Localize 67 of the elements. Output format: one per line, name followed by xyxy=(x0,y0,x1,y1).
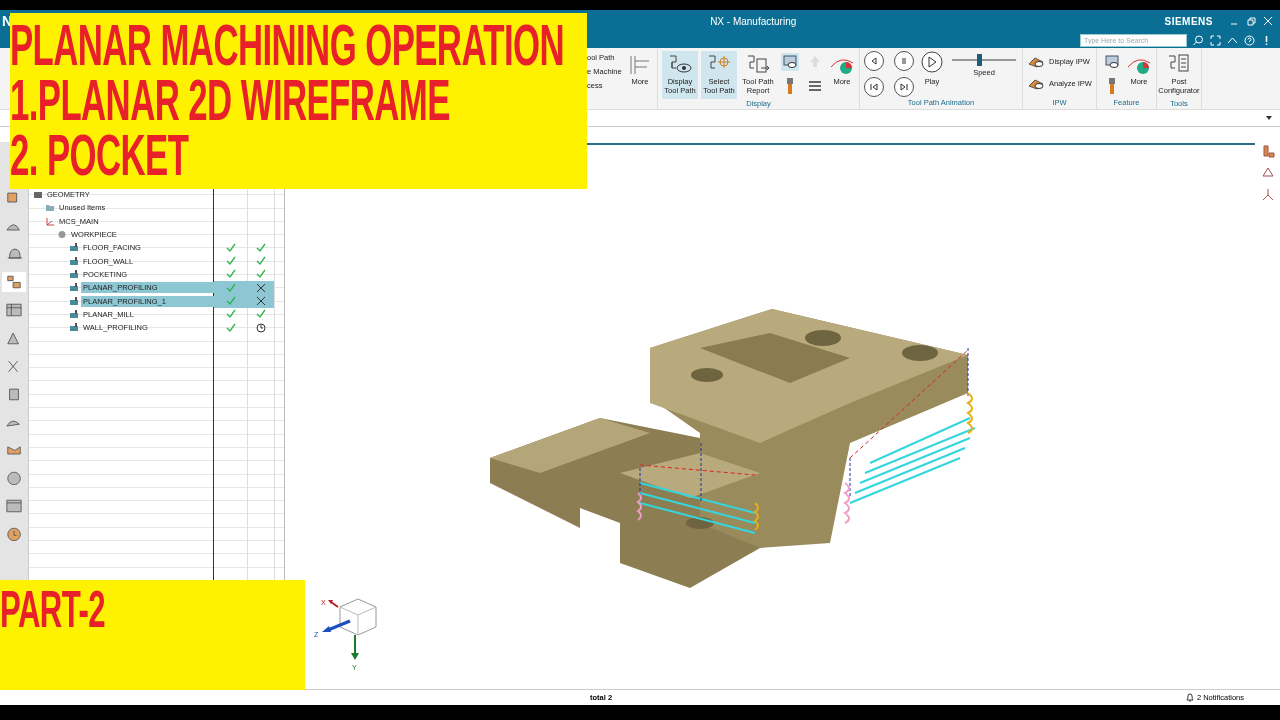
rewind-icon xyxy=(870,83,878,91)
view-cube-icon xyxy=(339,598,377,636)
display-icon[interactable] xyxy=(781,53,799,71)
check-icon xyxy=(256,309,266,320)
brand-name: SIEMENS xyxy=(1164,15,1213,27)
check-icon xyxy=(226,282,236,293)
check-icon xyxy=(256,256,266,267)
dropdown-icon[interactable] xyxy=(1266,116,1272,120)
forward-icon xyxy=(900,83,908,91)
resource-icon[interactable] xyxy=(1260,188,1275,202)
banner-title: 2. POCKET xyxy=(10,127,189,182)
search-icon[interactable] xyxy=(1193,34,1204,46)
x-axis-arrow xyxy=(328,600,339,608)
part-icon xyxy=(57,230,67,240)
operation-icon xyxy=(69,256,79,266)
tool-icon xyxy=(6,331,22,345)
z-axis-arrow xyxy=(322,619,351,632)
help-icon[interactable] xyxy=(1244,34,1255,46)
window-title: NX - Manufacturing xyxy=(710,15,797,27)
folder-icon xyxy=(45,203,55,213)
tool-icon xyxy=(6,471,22,485)
slider-thumb[interactable] xyxy=(976,54,982,66)
tool-icon xyxy=(6,499,22,513)
check-icon xyxy=(226,309,236,320)
bell-icon xyxy=(1185,693,1194,702)
check-icon xyxy=(256,269,266,280)
close-button[interactable] xyxy=(1263,16,1273,26)
pause-button[interactable] xyxy=(894,51,914,71)
banner-title: 1.PLANAR 2D WIREFRAME xyxy=(10,72,450,127)
banner-title: PLANAR MACHINING OPERATION xyxy=(10,17,565,72)
tool-icon xyxy=(6,275,22,289)
cross-icon xyxy=(256,296,266,306)
geometry-icon xyxy=(33,190,43,200)
restore-button[interactable] xyxy=(1246,16,1256,26)
check-icon xyxy=(226,242,236,253)
resource-icon[interactable] xyxy=(1260,144,1275,158)
check-icon xyxy=(226,296,236,306)
resource-icon[interactable] xyxy=(1260,166,1275,180)
operation-icon xyxy=(69,296,79,306)
tool-icon xyxy=(6,303,22,317)
tool-icon xyxy=(6,387,22,401)
check-icon xyxy=(226,256,236,267)
tool-icon xyxy=(6,527,22,541)
y-axis-arrow xyxy=(351,634,359,660)
part-label: PART-2 xyxy=(0,584,106,634)
forward-button[interactable] xyxy=(894,77,914,97)
operation-icon xyxy=(69,323,79,333)
check-icon xyxy=(226,269,236,280)
rewind-button[interactable] xyxy=(864,77,884,97)
display-icon[interactable] xyxy=(1102,53,1121,71)
pause-icon xyxy=(900,57,908,65)
check-icon xyxy=(226,322,236,333)
clock-icon xyxy=(256,322,266,333)
operation-icon xyxy=(69,309,79,319)
operation-icon xyxy=(69,243,79,253)
fullscreen-icon[interactable] xyxy=(1210,34,1221,46)
step-back-icon xyxy=(870,57,878,65)
tool-icon xyxy=(6,247,22,261)
play-icon xyxy=(921,51,943,73)
operation-icon xyxy=(69,283,79,293)
axes-icon xyxy=(45,216,55,226)
cross-icon xyxy=(256,282,266,293)
tool-icon xyxy=(6,443,22,457)
step-back-button[interactable] xyxy=(864,51,884,71)
operation-icon xyxy=(69,269,79,279)
navigator-tab[interactable] xyxy=(2,272,26,292)
check-icon xyxy=(256,242,266,253)
